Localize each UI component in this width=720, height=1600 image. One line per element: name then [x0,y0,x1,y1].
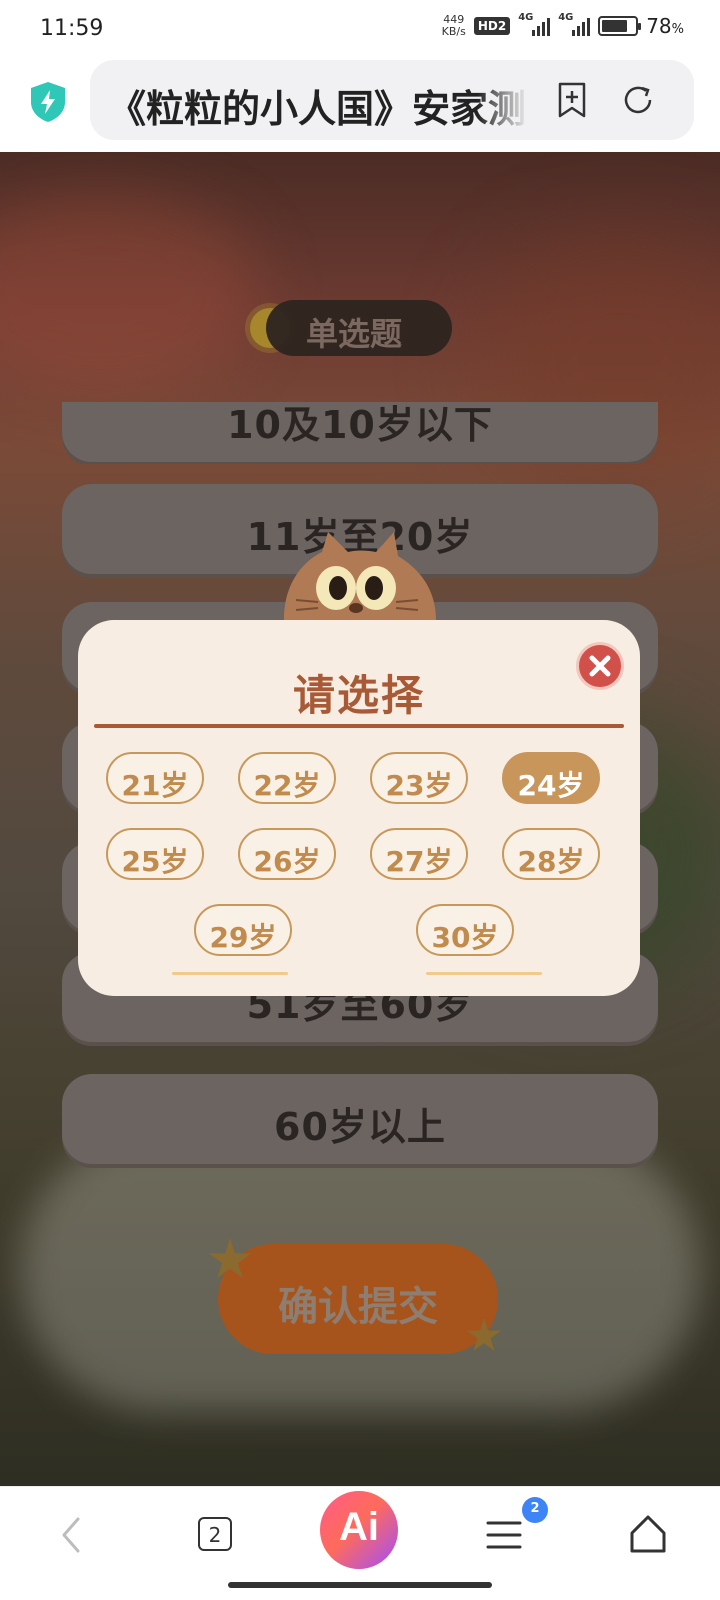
signal-strength-icon: 4G [518,12,551,36]
scroll-hint [172,972,288,975]
option-clip: 10及10岁以下 [62,402,658,464]
ai-assistant-icon[interactable]: Ai [320,1491,398,1569]
dialog-title: 请选择 [292,671,425,720]
age-chip-22[interactable]: 22岁 [238,752,336,804]
home-indicator[interactable] [228,1582,492,1588]
signal-strength-icon: 4G [558,12,591,36]
option-1[interactable]: 10及10岁以下 [62,402,658,462]
status-bar: 11:59 449 KB/s HD2 4G 4G 78% [0,0,720,60]
battery-percentage: 78% [646,14,684,38]
option-7[interactable]: 60岁以上 [62,1074,658,1164]
tabs-count[interactable]: 2 [198,1517,232,1551]
dialog-divider [94,724,624,728]
page-title[interactable]: 《粒粒的小人国》安家测 [108,78,528,133]
shield-icon[interactable] [28,80,68,124]
status-indicators: 449 KB/s HD2 4G 4G 78% [441,12,684,38]
add-bookmark-icon[interactable] [552,80,592,120]
network-speed: 449 KB/s [441,13,466,38]
age-chip-27[interactable]: 27岁 [370,828,468,880]
submit-button[interactable]: 确认提交 [218,1244,498,1354]
close-icon[interactable] [576,642,624,690]
question-type-badge: 单选题 [266,300,452,356]
age-chip-24-selected[interactable]: 24岁 [502,752,600,804]
age-picker-dialog: 请选择 21岁 22岁 23岁 24岁 25岁 26岁 27岁 28岁 29岁 … [78,620,640,996]
refresh-icon[interactable] [618,80,658,120]
home-icon[interactable] [618,1505,678,1565]
age-chip-25[interactable]: 25岁 [106,828,204,880]
status-time: 11:59 [40,16,104,41]
age-chip-26[interactable]: 26岁 [238,828,336,880]
tabs-icon[interactable]: 2 [182,1505,242,1565]
age-chip-23[interactable]: 23岁 [370,752,468,804]
back-icon[interactable] [42,1505,102,1565]
battery-icon [598,16,642,36]
age-chip-28[interactable]: 28岁 [502,828,600,880]
battery-level [602,20,628,32]
menu-badge: 2 [522,1497,548,1523]
quiz-page: 单选题 10及10岁以下 11岁至20岁 51岁至60岁 60岁以上 确认提交 … [0,152,720,1486]
browser-address-bar: 《粒粒的小人国》安家测 [0,60,720,152]
age-chip-21[interactable]: 21岁 [106,752,204,804]
scroll-hint [426,972,542,975]
hd-voice-badge: HD2 [473,17,511,35]
age-chip-30[interactable]: 30岁 [416,904,514,956]
age-chip-29[interactable]: 29岁 [194,904,292,956]
url-field[interactable]: 《粒粒的小人国》安家测 [90,60,694,140]
